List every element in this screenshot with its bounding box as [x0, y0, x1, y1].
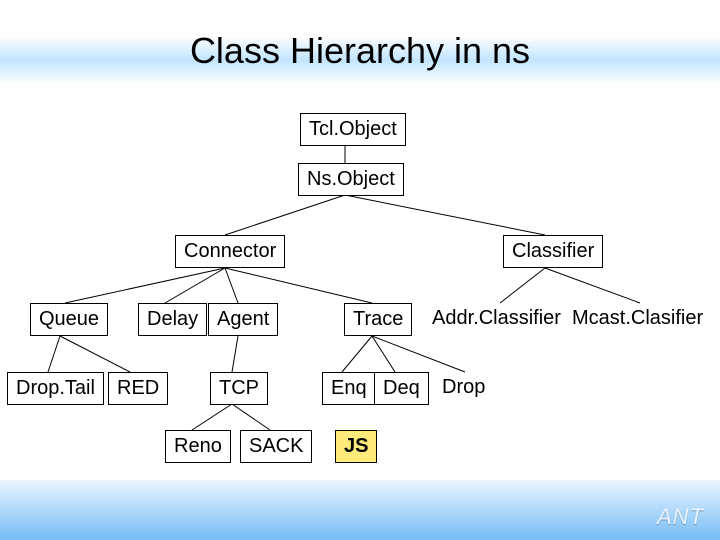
node-queue: Queue: [30, 303, 108, 336]
node-tclobject: Tcl.Object: [300, 113, 406, 146]
node-classifier: Classifier: [503, 235, 603, 268]
node-reno: Reno: [165, 430, 231, 463]
node-droptail: Drop.Tail: [7, 372, 104, 405]
node-sack: SACK: [240, 430, 312, 463]
node-agent: Agent: [208, 303, 278, 336]
node-trace: Trace: [344, 303, 412, 336]
node-red: RED: [108, 372, 168, 405]
node-delay: Delay: [138, 303, 207, 336]
node-nsobject: Ns.Object: [298, 163, 404, 196]
node-enq: Enq: [322, 372, 376, 405]
brand-logo: ANT: [657, 504, 704, 530]
label-mcastclasifier: Mcast.Clasifier: [572, 307, 703, 330]
label-drop: Drop: [442, 376, 485, 399]
page-title: Class Hierarchy in ns: [0, 30, 720, 72]
node-js: JS: [335, 430, 377, 463]
bottom-band: [0, 480, 720, 540]
label-addrclassifier: Addr.Classifier: [432, 307, 561, 330]
node-deq: Deq: [374, 372, 429, 405]
node-connector: Connector: [175, 235, 285, 268]
node-tcp: TCP: [210, 372, 268, 405]
